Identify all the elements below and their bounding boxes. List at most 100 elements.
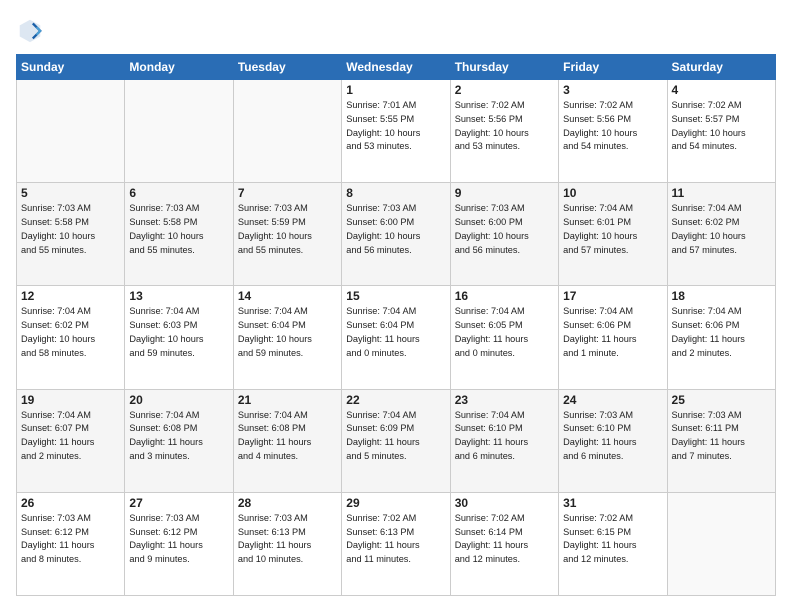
day-number: 12 bbox=[21, 289, 120, 303]
calendar-week-row: 5 Sunrise: 7:03 AMSunset: 5:58 PMDaylight… bbox=[17, 183, 776, 286]
calendar-day-cell: 14 Sunrise: 7:04 AMSunset: 6:04 PMDayligh… bbox=[233, 286, 341, 389]
day-info: Sunrise: 7:04 AMSunset: 6:02 PMDaylight:… bbox=[672, 202, 771, 257]
calendar-day-cell bbox=[233, 80, 341, 183]
day-info: Sunrise: 7:04 AMSunset: 6:09 PMDaylight:… bbox=[346, 409, 445, 464]
day-info: Sunrise: 7:03 AMSunset: 5:58 PMDaylight:… bbox=[129, 202, 228, 257]
day-number: 1 bbox=[346, 83, 445, 97]
calendar-day-cell: 22 Sunrise: 7:04 AMSunset: 6:09 PMDayligh… bbox=[342, 389, 450, 492]
day-number: 9 bbox=[455, 186, 554, 200]
day-number: 24 bbox=[563, 393, 662, 407]
calendar-day-cell: 6 Sunrise: 7:03 AMSunset: 5:58 PMDaylight… bbox=[125, 183, 233, 286]
calendar-day-cell: 23 Sunrise: 7:04 AMSunset: 6:10 PMDayligh… bbox=[450, 389, 558, 492]
day-number: 19 bbox=[21, 393, 120, 407]
calendar-day-cell: 18Sunrise: 7:04 AMSunset: 6:06 PMDayligh… bbox=[667, 286, 775, 389]
day-number: 14 bbox=[238, 289, 337, 303]
day-number: 20 bbox=[129, 393, 228, 407]
calendar-day-cell: 30Sunrise: 7:02 AMSunset: 6:14 PMDayligh… bbox=[450, 492, 558, 595]
day-info: Sunrise: 7:03 AMSunset: 6:12 PMDaylight:… bbox=[129, 512, 228, 567]
day-number: 13 bbox=[129, 289, 228, 303]
calendar-day-cell: 13 Sunrise: 7:04 AMSunset: 6:03 PMDayligh… bbox=[125, 286, 233, 389]
calendar-day-cell: 12 Sunrise: 7:04 AMSunset: 6:02 PMDayligh… bbox=[17, 286, 125, 389]
day-number: 5 bbox=[21, 186, 120, 200]
day-info: Sunrise: 7:03 AMSunset: 6:13 PMDaylight:… bbox=[238, 512, 337, 567]
day-number: 16 bbox=[455, 289, 554, 303]
day-info: Sunrise: 7:04 AMSunset: 6:08 PMDaylight:… bbox=[238, 409, 337, 464]
calendar-day-cell bbox=[125, 80, 233, 183]
calendar-day-cell: 24 Sunrise: 7:03 AMSunset: 6:10 PMDayligh… bbox=[559, 389, 667, 492]
calendar-day-cell: 9 Sunrise: 7:03 AMSunset: 6:00 PMDaylight… bbox=[450, 183, 558, 286]
calendar-day-cell: 10 Sunrise: 7:04 AMSunset: 6:01 PMDayligh… bbox=[559, 183, 667, 286]
calendar-header-cell: Sunday bbox=[17, 55, 125, 80]
day-number: 8 bbox=[346, 186, 445, 200]
calendar-week-row: 1 Sunrise: 7:01 AMSunset: 5:55 PMDaylight… bbox=[17, 80, 776, 183]
day-info: Sunrise: 7:02 AMSunset: 5:57 PMDaylight:… bbox=[672, 99, 771, 154]
day-number: 23 bbox=[455, 393, 554, 407]
calendar-day-cell: 1 Sunrise: 7:01 AMSunset: 5:55 PMDaylight… bbox=[342, 80, 450, 183]
day-number: 31 bbox=[563, 496, 662, 510]
day-number: 29 bbox=[346, 496, 445, 510]
day-number: 25 bbox=[672, 393, 771, 407]
day-info: Sunrise: 7:01 AMSunset: 5:55 PMDaylight:… bbox=[346, 99, 445, 154]
day-number: 10 bbox=[563, 186, 662, 200]
calendar-table: SundayMondayTuesdayWednesdayThursdayFrid… bbox=[16, 54, 776, 596]
calendar-day-cell: 26Sunrise: 7:03 AMSunset: 6:12 PMDayligh… bbox=[17, 492, 125, 595]
day-number: 6 bbox=[129, 186, 228, 200]
day-info: Sunrise: 7:03 AMSunset: 6:10 PMDaylight:… bbox=[563, 409, 662, 464]
page: SundayMondayTuesdayWednesdayThursdayFrid… bbox=[0, 0, 792, 612]
day-number: 11 bbox=[672, 186, 771, 200]
calendar-header-row: SundayMondayTuesdayWednesdayThursdayFrid… bbox=[17, 55, 776, 80]
logo bbox=[16, 16, 48, 44]
day-info: Sunrise: 7:03 AMSunset: 6:11 PMDaylight:… bbox=[672, 409, 771, 464]
calendar-day-cell: 7Sunrise: 7:03 AMSunset: 5:59 PMDaylight… bbox=[233, 183, 341, 286]
calendar-day-cell: 29 Sunrise: 7:02 AMSunset: 6:13 PMDayligh… bbox=[342, 492, 450, 595]
calendar-day-cell: 4Sunrise: 7:02 AMSunset: 5:57 PMDaylight… bbox=[667, 80, 775, 183]
day-info: Sunrise: 7:04 AMSunset: 6:05 PMDaylight:… bbox=[455, 305, 554, 360]
calendar-header-cell: Wednesday bbox=[342, 55, 450, 80]
calendar-day-cell: 19 Sunrise: 7:04 AMSunset: 6:07 PMDayligh… bbox=[17, 389, 125, 492]
calendar-day-cell: 21 Sunrise: 7:04 AMSunset: 6:08 PMDayligh… bbox=[233, 389, 341, 492]
day-number: 2 bbox=[455, 83, 554, 97]
calendar-week-row: 19 Sunrise: 7:04 AMSunset: 6:07 PMDayligh… bbox=[17, 389, 776, 492]
day-info: Sunrise: 7:04 AMSunset: 6:04 PMDaylight:… bbox=[238, 305, 337, 360]
day-number: 28 bbox=[238, 496, 337, 510]
calendar-day-cell: 5 Sunrise: 7:03 AMSunset: 5:58 PMDaylight… bbox=[17, 183, 125, 286]
day-number: 7 bbox=[238, 186, 337, 200]
day-info: Sunrise: 7:04 AMSunset: 6:03 PMDaylight:… bbox=[129, 305, 228, 360]
calendar-day-cell: 31 Sunrise: 7:02 AMSunset: 6:15 PMDayligh… bbox=[559, 492, 667, 595]
calendar-header-cell: Monday bbox=[125, 55, 233, 80]
day-info: Sunrise: 7:03 AMSunset: 6:00 PMDaylight:… bbox=[346, 202, 445, 257]
day-number: 26 bbox=[21, 496, 120, 510]
day-number: 27 bbox=[129, 496, 228, 510]
day-number: 22 bbox=[346, 393, 445, 407]
day-info: Sunrise: 7:04 AMSunset: 6:07 PMDaylight:… bbox=[21, 409, 120, 464]
day-number: 21 bbox=[238, 393, 337, 407]
calendar-day-cell: 27 Sunrise: 7:03 AMSunset: 6:12 PMDayligh… bbox=[125, 492, 233, 595]
calendar-day-cell: 11 Sunrise: 7:04 AMSunset: 6:02 PMDayligh… bbox=[667, 183, 775, 286]
day-number: 18 bbox=[672, 289, 771, 303]
day-info: Sunrise: 7:04 AMSunset: 6:01 PMDaylight:… bbox=[563, 202, 662, 257]
day-info: Sunrise: 7:04 AMSunset: 6:02 PMDaylight:… bbox=[21, 305, 120, 360]
header bbox=[16, 16, 776, 44]
calendar-day-cell bbox=[17, 80, 125, 183]
day-info: Sunrise: 7:02 AMSunset: 6:14 PMDaylight:… bbox=[455, 512, 554, 567]
calendar-day-cell: 28 Sunrise: 7:03 AMSunset: 6:13 PMDayligh… bbox=[233, 492, 341, 595]
day-info: Sunrise: 7:04 AMSunset: 6:06 PMDaylight:… bbox=[563, 305, 662, 360]
day-info: Sunrise: 7:03 AMSunset: 6:00 PMDaylight:… bbox=[455, 202, 554, 257]
day-number: 15 bbox=[346, 289, 445, 303]
calendar-body: 1 Sunrise: 7:01 AMSunset: 5:55 PMDaylight… bbox=[17, 80, 776, 596]
calendar-day-cell: 2Sunrise: 7:02 AMSunset: 5:56 PMDaylight… bbox=[450, 80, 558, 183]
calendar-day-cell bbox=[667, 492, 775, 595]
day-info: Sunrise: 7:03 AMSunset: 5:58 PMDaylight:… bbox=[21, 202, 120, 257]
calendar-header-cell: Tuesday bbox=[233, 55, 341, 80]
day-info: Sunrise: 7:04 AMSunset: 6:10 PMDaylight:… bbox=[455, 409, 554, 464]
day-number: 17 bbox=[563, 289, 662, 303]
day-info: Sunrise: 7:04 AMSunset: 6:04 PMDaylight:… bbox=[346, 305, 445, 360]
logo-icon bbox=[16, 16, 44, 44]
calendar-day-cell: 8 Sunrise: 7:03 AMSunset: 6:00 PMDaylight… bbox=[342, 183, 450, 286]
day-info: Sunrise: 7:02 AMSunset: 6:15 PMDaylight:… bbox=[563, 512, 662, 567]
calendar-day-cell: 20Sunrise: 7:04 AMSunset: 6:08 PMDayligh… bbox=[125, 389, 233, 492]
day-info: Sunrise: 7:02 AMSunset: 5:56 PMDaylight:… bbox=[563, 99, 662, 154]
day-info: Sunrise: 7:02 AMSunset: 6:13 PMDaylight:… bbox=[346, 512, 445, 567]
calendar-day-cell: 15 Sunrise: 7:04 AMSunset: 6:04 PMDayligh… bbox=[342, 286, 450, 389]
calendar-day-cell: 17 Sunrise: 7:04 AMSunset: 6:06 PMDayligh… bbox=[559, 286, 667, 389]
